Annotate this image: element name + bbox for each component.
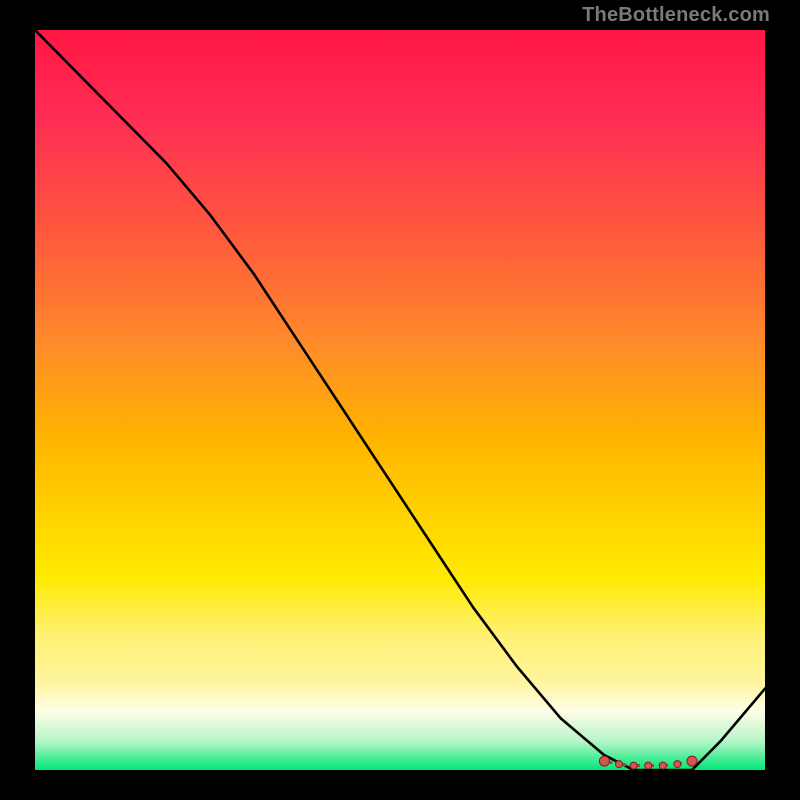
chart-container: TheBottleneck.com — [0, 0, 800, 800]
plot-area — [35, 30, 765, 770]
watermark-label: TheBottleneck.com — [582, 4, 770, 27]
optimal-point — [674, 761, 681, 768]
optimal-point — [616, 761, 623, 768]
plot-svg — [35, 30, 765, 770]
optimal-point — [645, 762, 652, 769]
optimal-point — [599, 756, 609, 766]
optimal-range-markers — [599, 756, 697, 769]
optimal-point — [659, 762, 666, 769]
bottleneck-curve-line — [35, 30, 765, 770]
optimal-point — [630, 762, 637, 769]
optimal-point — [687, 756, 697, 766]
